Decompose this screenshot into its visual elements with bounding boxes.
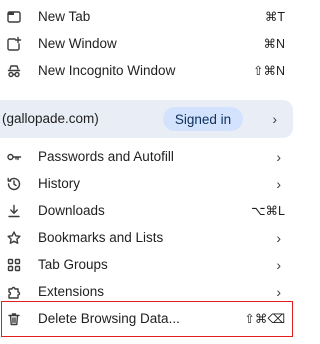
profile-row[interactable]: (gallopade.com) Signed in › (0, 100, 293, 138)
menu-item-label: New Incognito Window (38, 63, 176, 78)
menu-item-label: History (38, 176, 81, 191)
chevron-right-icon: › (276, 148, 281, 165)
shortcut-text: ⌥⌘L (251, 204, 285, 218)
chevron-right-icon: › (276, 229, 281, 246)
signed-in-badge: Signed in (163, 107, 243, 131)
star-icon (6, 230, 22, 246)
shortcut-text: ⌘N (263, 37, 285, 51)
menu-item-label: New Tab (38, 9, 91, 24)
chevron-right-icon: › (276, 175, 281, 192)
menu-item-history[interactable]: History › (0, 170, 295, 197)
menu-item-downloads[interactable]: Downloads ⌥⌘L (0, 197, 295, 224)
key-icon (6, 149, 22, 165)
puzzle-icon (6, 284, 22, 300)
menu-item-passwords-and-autofill[interactable]: Passwords and Autofill › (0, 143, 295, 170)
chevron-right-icon: › (272, 111, 277, 127)
menu-item-new-tab[interactable]: New Tab ⌘T (0, 3, 295, 30)
new-window-icon (6, 36, 22, 52)
highlight-box (1, 301, 293, 337)
shortcut-text: ⌘T (264, 10, 285, 24)
download-icon (6, 203, 22, 219)
menu-item-label: Tab Groups (38, 257, 108, 272)
shortcut-text: ⇧⌘N (252, 64, 285, 78)
menu-item-label: Passwords and Autofill (38, 149, 174, 164)
chevron-right-icon: › (276, 283, 281, 300)
browser-menu: New Tab ⌘T New Window ⌘N New Incognito W… (0, 0, 295, 344)
menu-item-label: Bookmarks and Lists (38, 230, 164, 245)
chevron-right-icon: › (276, 256, 281, 273)
incognito-icon (6, 63, 22, 79)
new-tab-icon (6, 9, 22, 25)
menu-item-label: New Window (38, 36, 117, 51)
menu-item-tab-groups[interactable]: Tab Groups › (0, 251, 295, 278)
history-icon (6, 176, 22, 192)
menu-item-bookmarks-and-lists[interactable]: Bookmarks and Lists › (0, 224, 295, 251)
menu-item-label: Downloads (38, 203, 105, 218)
tab-groups-icon (6, 257, 22, 273)
menu-item-new-window[interactable]: New Window ⌘N (0, 30, 295, 57)
menu-item-label: Extensions (38, 284, 105, 299)
profile-email: (gallopade.com) (2, 111, 99, 126)
menu-item-new-incognito-window[interactable]: New Incognito Window ⇧⌘N (0, 57, 295, 84)
